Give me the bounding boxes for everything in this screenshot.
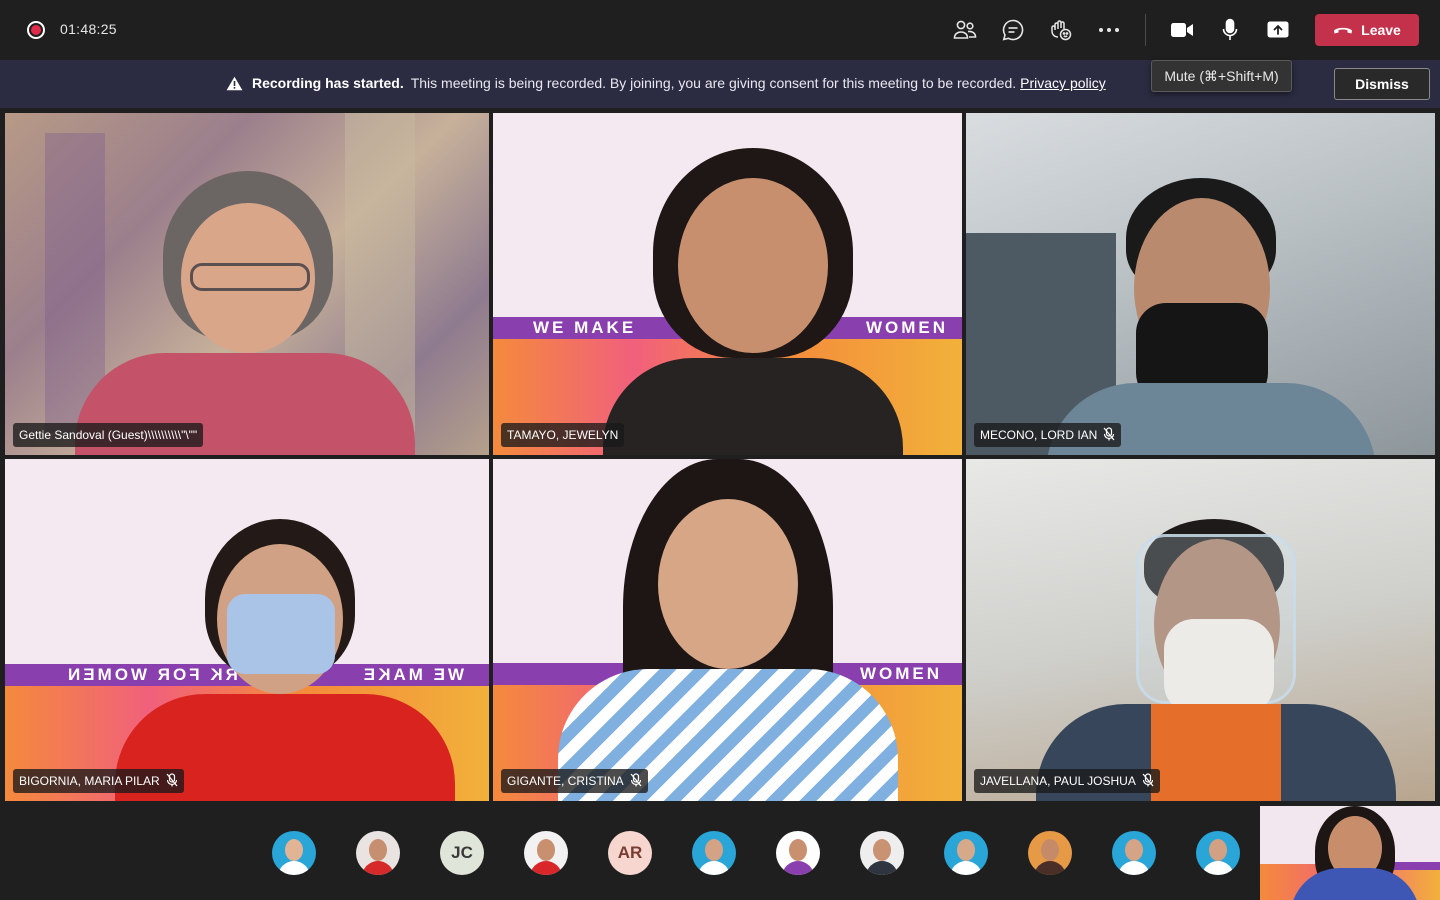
avatar-face: [873, 839, 891, 861]
glasses-icon: [190, 263, 310, 291]
avatar-face: [1209, 839, 1227, 861]
avatar-face: [537, 839, 555, 861]
people-icon[interactable]: [951, 16, 979, 44]
avatar-face: [285, 839, 303, 861]
backdrop-text: WOMEN: [865, 318, 948, 337]
face-mask: [227, 594, 335, 674]
meeting-toolbar: 01:48:25 Leave: [0, 0, 1440, 60]
participant-avatar[interactable]: [524, 831, 568, 875]
participant-name-label: JAVELLANA, PAUL JOSHUA: [974, 769, 1160, 793]
participant-avatar[interactable]: [272, 831, 316, 875]
leave-button-label: Leave: [1361, 22, 1401, 38]
participant-name: BIGORNIA, MARIA PILAR: [19, 774, 160, 788]
more-options-icon[interactable]: [1095, 16, 1123, 44]
participant-body: [603, 358, 903, 455]
camera-icon[interactable]: [1168, 16, 1196, 44]
recording-timer: 01:48:25: [60, 21, 117, 37]
backdrop-text: WE MAKE: [533, 318, 637, 337]
backdrop-text: WOMEN: [859, 664, 942, 683]
participant-name-label: Gettie Sandoval (Guest)\\\\\\\\\\"\"": [13, 423, 204, 447]
avatar-body: [530, 861, 562, 875]
participant-avatar[interactable]: [1112, 831, 1156, 875]
recording-banner-text: Recording has started. This meeting is b…: [226, 75, 1106, 91]
leave-button[interactable]: Leave: [1315, 14, 1419, 46]
dismiss-button[interactable]: Dismiss: [1334, 68, 1430, 100]
mic-off-icon: [166, 772, 178, 790]
self-view-video[interactable]: [1260, 806, 1440, 900]
avatar-body: [1118, 861, 1150, 875]
video-tile-gettie-sandoval[interactable]: Gettie Sandoval (Guest)\\\\\\\\\\"\"": [5, 113, 489, 455]
participant-avatar[interactable]: [1196, 831, 1240, 875]
participant-avatar[interactable]: [356, 831, 400, 875]
avatar-face: [1041, 839, 1059, 861]
avatar-body: [1034, 861, 1066, 875]
participant-avatar[interactable]: [692, 831, 736, 875]
avatar-body: [782, 861, 814, 875]
mic-off-icon: [630, 772, 642, 790]
privacy-policy-link[interactable]: Privacy policy: [1020, 75, 1106, 91]
participant-name: TAMAYO, JEWELYN: [507, 428, 619, 442]
share-screen-icon[interactable]: [1264, 16, 1292, 44]
avatar-face: [789, 839, 807, 861]
avatar-body: [278, 861, 310, 875]
participant-avatar[interactable]: [860, 831, 904, 875]
avatar-initials: JC: [451, 843, 473, 862]
participant-name: GIGANTE, CRISTINA: [507, 774, 624, 788]
avatar-body: [1202, 861, 1234, 875]
participant-avatar-initials[interactable]: JC: [440, 831, 484, 875]
hang-up-phone-icon: [1333, 22, 1353, 38]
participant-name-label: MECONO, LORD IAN: [974, 423, 1122, 447]
chat-icon[interactable]: [999, 16, 1027, 44]
video-tile-tamayo-jewelyn[interactable]: WE MAKE WOMEN TAMAYO, JEWELYN: [493, 113, 962, 455]
participant-name: MECONO, LORD IAN: [980, 428, 1098, 442]
participant-name: JAVELLANA, PAUL JOSHUA: [980, 774, 1136, 788]
participant-avatar[interactable]: [944, 831, 988, 875]
avatar-body: [866, 861, 898, 875]
participant-avatar-initials[interactable]: AR: [608, 831, 652, 875]
participant-avatar[interactable]: [776, 831, 820, 875]
avatar-initials: AR: [617, 843, 643, 862]
mute-tooltip: Mute (⌘+Shift+M): [1151, 60, 1292, 92]
video-tile-gigante-cristina[interactable]: WOMEN GIGANTE, CRISTINA: [493, 459, 962, 801]
recording-banner-message: This meeting is being recorded. By joini…: [410, 75, 1017, 91]
recording-banner-title: Recording has started.: [252, 75, 404, 91]
participant-face: [658, 499, 798, 669]
recording-indicator-icon: [27, 21, 45, 39]
participant-name-label: TAMAYO, JEWELYN: [501, 423, 625, 447]
warning-icon: [226, 76, 243, 91]
raise-hand-icon[interactable]: [1047, 16, 1075, 44]
participant-name-label: BIGORNIA, MARIA PILAR: [13, 769, 184, 793]
video-tile-bigornia-maria-pilar[interactable]: WE MAKE WORK FOR WOMEN BIGORNIA, MARIA P…: [5, 459, 489, 801]
microphone-icon[interactable]: [1216, 16, 1244, 44]
backdrop-text: WE MAKE: [360, 665, 464, 684]
avatar-body: [362, 861, 394, 875]
avatar-face: [957, 839, 975, 861]
avatar-face: [369, 839, 387, 861]
participant-name-label: GIGANTE, CRISTINA: [501, 769, 648, 793]
toolbar-divider: [1145, 14, 1146, 46]
avatar-face: [705, 839, 723, 861]
video-tile-javellana-paul-joshua[interactable]: JAVELLANA, PAUL JOSHUA: [966, 459, 1435, 801]
mic-off-icon: [1142, 772, 1154, 790]
participant-avatar[interactable]: [1028, 831, 1072, 875]
participant-name: Gettie Sandoval (Guest)\\\\\\\\\\"\"": [19, 428, 198, 442]
avatar-face: [1125, 839, 1143, 861]
participant-face: [678, 178, 828, 353]
video-tile-mecono-lord-ian[interactable]: MECONO, LORD IAN: [966, 113, 1435, 455]
mic-off-icon: [1103, 426, 1115, 444]
avatar-body: [698, 861, 730, 875]
avatar-body: [950, 861, 982, 875]
face-mask: [1164, 619, 1274, 714]
